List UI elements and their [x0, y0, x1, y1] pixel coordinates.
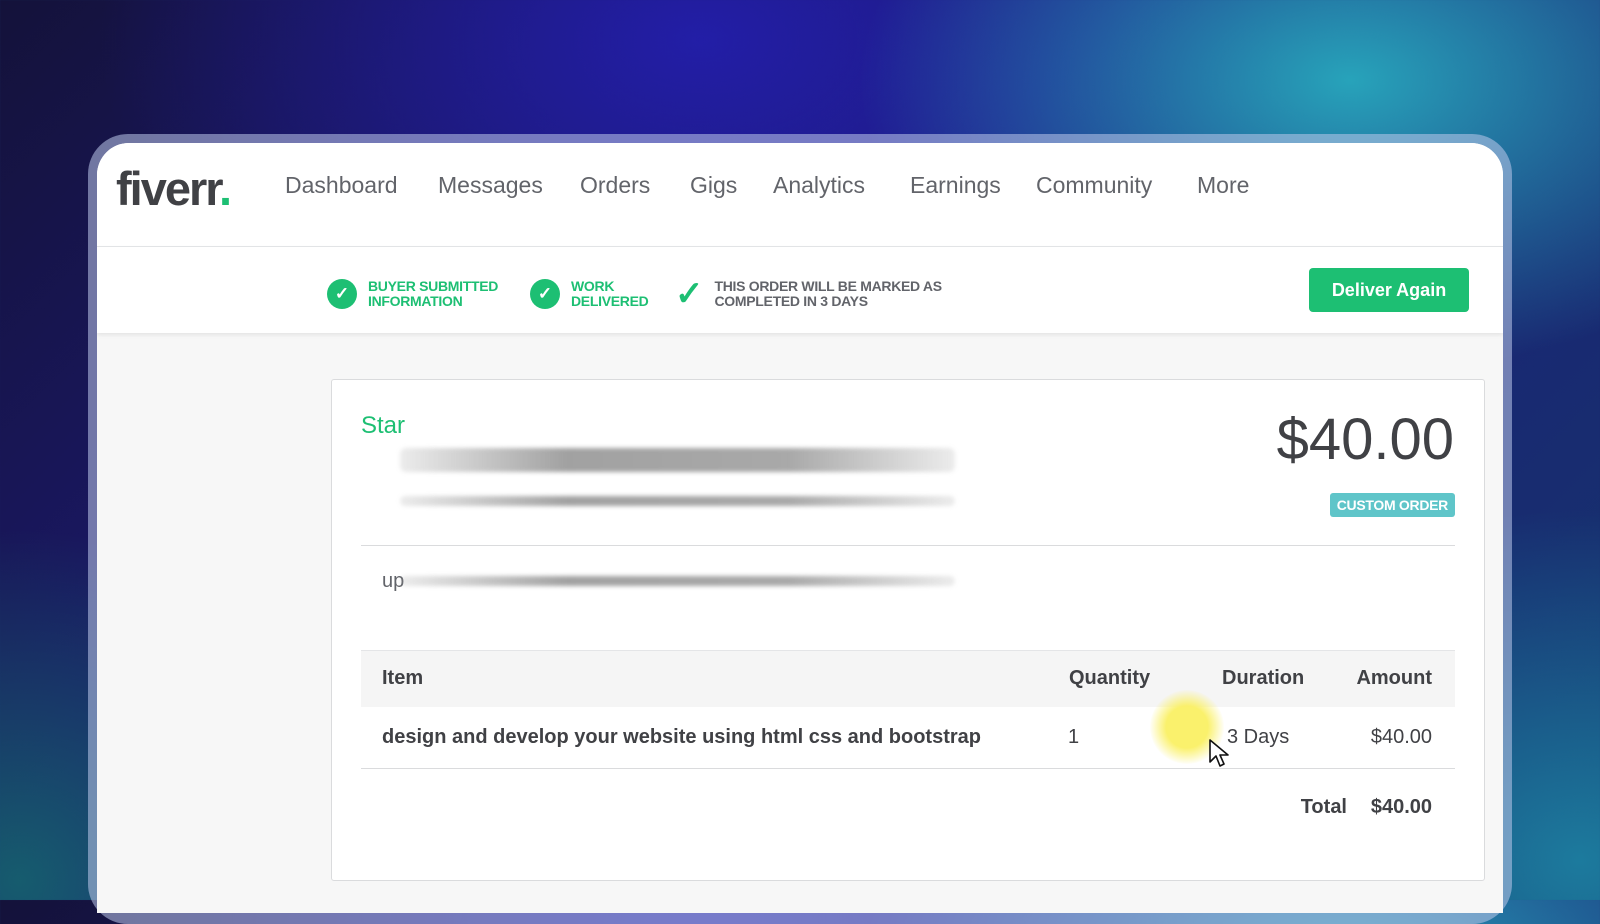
top-navigation: fiverr. Dashboard Messages Orders Gigs A… — [97, 143, 1503, 247]
redacted-requirement — [400, 576, 955, 586]
column-header-duration: Duration — [1222, 667, 1305, 689]
order-details-card: Star $40.00 Custom Order up Item Quantit… — [331, 379, 1485, 881]
logo-text: fiverr — [116, 162, 221, 215]
status-step-work-delivered: ✓ Work delivered — [530, 278, 649, 309]
column-header-item: Item — [382, 667, 424, 689]
check-icon: ✓ — [675, 275, 704, 313]
order-item-quantity: 1 — [1068, 726, 1080, 748]
order-status-bar: ✓ Buyer submitted information ✓ Work del… — [97, 247, 1503, 333]
nav-earnings[interactable]: Earnings — [910, 172, 1001, 199]
column-header-amount: Amount — [1356, 667, 1432, 689]
status-step-completion: ✓ This order will be marked as completed… — [675, 275, 943, 313]
nav-dashboard[interactable]: Dashboard — [285, 172, 398, 199]
fiverr-logo[interactable]: fiverr. — [116, 161, 232, 216]
order-item-duration: 3 Days — [1227, 726, 1290, 748]
nav-orders[interactable]: Orders — [580, 172, 650, 199]
status-step-label: This order will be marked as completed i… — [714, 278, 943, 309]
total-value: $40.00 — [1370, 796, 1432, 818]
check-circle-icon: ✓ — [530, 279, 560, 309]
table-header: Item Quantity Duration Amount — [361, 650, 1455, 707]
browser-window: fiverr. Dashboard Messages Orders Gigs A… — [97, 143, 1503, 913]
logo-dot: . — [218, 162, 232, 215]
mouse-cursor-icon — [1209, 739, 1229, 767]
divider — [361, 545, 1455, 546]
redacted-subtitle — [400, 496, 955, 506]
nav-more[interactable]: More — [1197, 172, 1249, 199]
nav-analytics[interactable]: Analytics — [773, 172, 865, 199]
buyer-name[interactable]: Star — [361, 412, 405, 440]
order-item-amount: $40.00 — [1370, 726, 1432, 748]
status-step-label: Work delivered — [571, 278, 649, 309]
order-price: $40.00 — [1276, 407, 1454, 472]
status-step-label: Buyer submitted information — [368, 278, 499, 309]
order-item-name: design and develop your website using ht… — [382, 726, 981, 748]
status-step-buyer-info: ✓ Buyer submitted information — [327, 279, 498, 309]
custom-order-badge: Custom Order — [1329, 493, 1455, 517]
column-header-quantity: Quantity — [1069, 667, 1151, 689]
divider — [361, 768, 1455, 769]
redacted-title — [400, 448, 955, 472]
nav-gigs[interactable]: Gigs — [690, 172, 737, 199]
check-circle-icon: ✓ — [327, 279, 357, 309]
total-label: Total — [1300, 796, 1347, 818]
nav-messages[interactable]: Messages — [438, 172, 543, 199]
deliver-again-button[interactable]: Deliver Again — [1309, 268, 1469, 312]
nav-community[interactable]: Community — [1036, 172, 1152, 199]
